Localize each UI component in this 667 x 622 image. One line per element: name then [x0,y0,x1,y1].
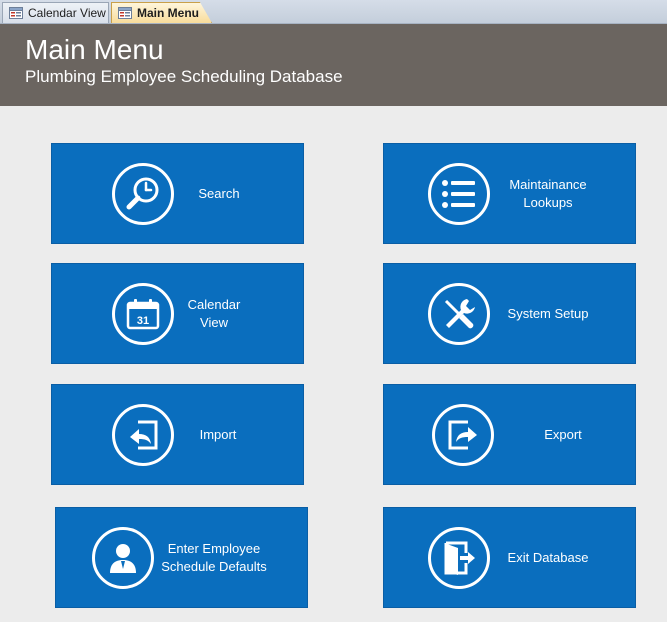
system-setup-button[interactable]: System Setup [383,263,636,364]
tools-icon [428,283,490,345]
maintenance-lookups-button[interactable]: Maintainance Lookups [383,143,636,244]
calendar-view-button[interactable]: 31 Calendar View [51,263,304,364]
form-icon [118,7,132,19]
search-button[interactable]: Search [51,143,304,244]
import-label: Import [199,426,237,442]
employee-schedule-defaults-button[interactable]: Enter Employee Schedule Defaults [55,507,308,608]
exit-door-icon [428,527,490,589]
export-label: Export [544,426,582,442]
employee-schedule-defaults-label: Enter Employee Schedule Defaults [161,540,267,574]
tab-calendar-view[interactable]: Calendar View [2,2,109,23]
exit-database-label: Exit Database [507,549,589,565]
calendar-view-label: Calendar View [187,296,241,330]
tab-label: Main Menu [137,6,199,20]
svg-text:31: 31 [137,315,149,327]
page-title: Main Menu [25,34,164,65]
system-setup-label: System Setup [507,305,589,321]
form-icon [9,7,23,19]
form-header: Main Menu Plumbing Employee Scheduling D… [0,24,667,106]
magnifier-clock-icon [112,163,174,225]
search-label: Search [198,185,240,201]
calendar-icon: 31 [112,283,174,345]
exit-database-button[interactable]: Exit Database [383,507,636,608]
maintenance-lookups-label: Maintainance Lookups [509,176,587,210]
tab-main-menu[interactable]: Main Menu [111,2,212,23]
import-button[interactable]: Import [51,384,304,485]
page-subtitle: Plumbing Employee Scheduling Database [25,67,343,86]
user-icon [92,527,154,589]
export-icon [432,404,494,466]
document-tab-strip: Calendar View Main Menu [0,0,667,24]
import-icon [112,404,174,466]
tab-label: Calendar View [28,6,106,20]
export-button[interactable]: Export [383,384,636,485]
list-icon [428,163,490,225]
